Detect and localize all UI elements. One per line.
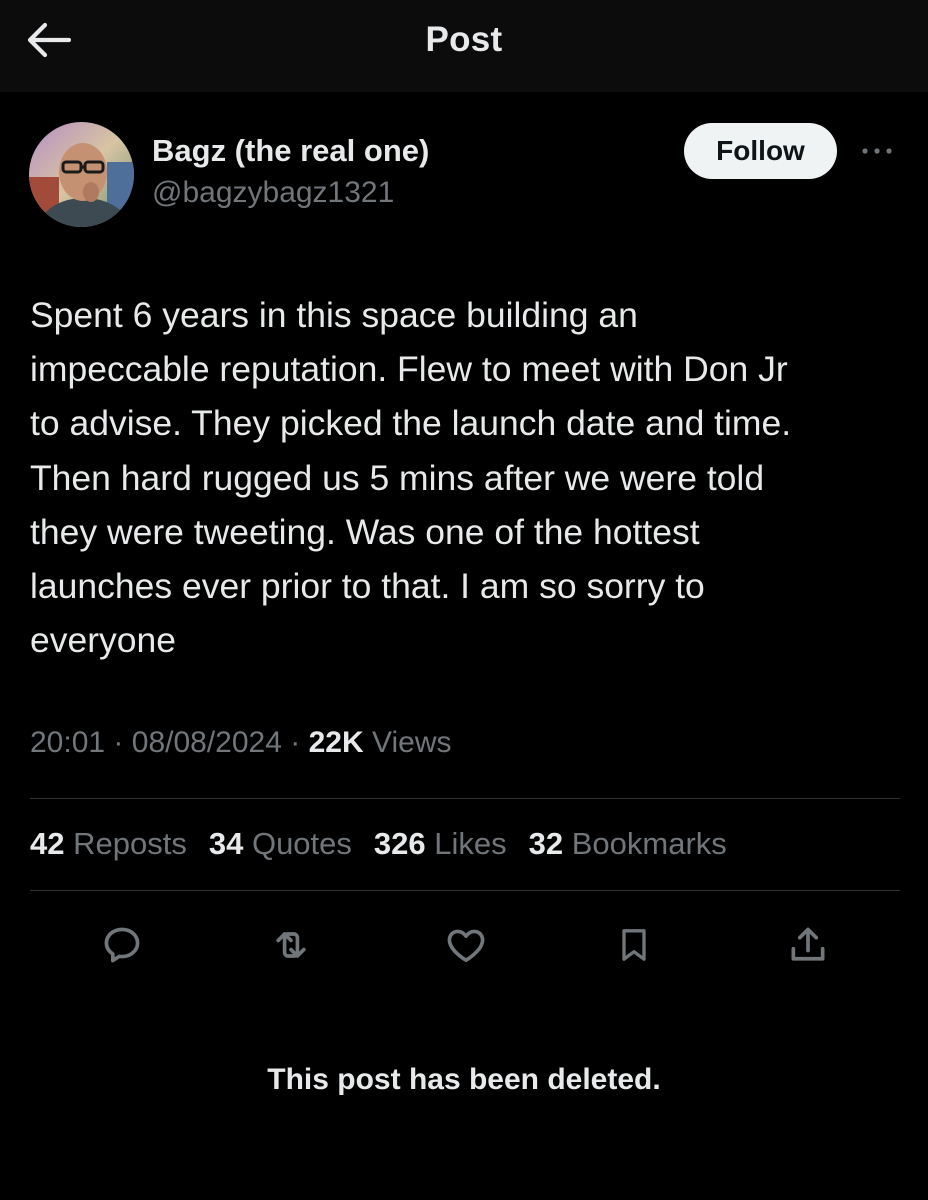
- more-options-button[interactable]: [858, 134, 896, 168]
- reply-icon: [104, 927, 140, 963]
- deleted-notice: This post has been deleted.: [267, 1063, 661, 1096]
- bookmarks-count: 32: [528, 826, 564, 861]
- avatar-image: [29, 122, 134, 227]
- views-count: 22K: [308, 726, 364, 759]
- repost-icon: [276, 932, 306, 958]
- author-display-name[interactable]: Bagz (the real one): [152, 133, 429, 169]
- follow-button[interactable]: Follow: [684, 123, 837, 179]
- stat-reposts[interactable]: 42 Reposts: [30, 826, 187, 862]
- engagement-stats: 42 Reposts 34 Quotes 326 Likes 32 Bookma…: [30, 826, 727, 862]
- reposts-count: 42: [30, 826, 65, 861]
- like-button[interactable]: [441, 920, 491, 970]
- meta-separator: ·: [290, 726, 301, 759]
- top-bar: Post: [0, 0, 928, 92]
- views-label: Views: [372, 726, 452, 759]
- share-icon: [791, 927, 825, 961]
- stat-quotes[interactable]: 34 Quotes: [209, 826, 352, 862]
- bookmark-icon: [622, 929, 646, 961]
- post-time[interactable]: 20:01: [30, 726, 105, 759]
- meta-separator: ·: [113, 726, 124, 759]
- post-text: Spent 6 years in this space building an …: [30, 295, 792, 661]
- author-handle[interactable]: @bagzybagz1321: [152, 176, 394, 210]
- post-date[interactable]: 08/08/2024: [132, 726, 282, 759]
- likes-count: 326: [373, 826, 426, 861]
- repost-button[interactable]: [266, 920, 316, 970]
- more-dots-icon: [862, 148, 892, 154]
- page-title: Post: [425, 20, 503, 59]
- stat-likes[interactable]: 326 Likes: [374, 826, 507, 862]
- reply-button[interactable]: [97, 920, 147, 970]
- bookmark-button[interactable]: [609, 920, 659, 970]
- share-button[interactable]: [783, 920, 833, 970]
- divider: [30, 890, 900, 891]
- avatar[interactable]: [29, 122, 134, 227]
- bookmarks-label: Bookmarks: [571, 826, 727, 861]
- stat-bookmarks[interactable]: 32 Bookmarks: [529, 826, 727, 862]
- quotes-count: 34: [208, 826, 244, 861]
- post-metadata: 20:01 · 08/08/2024 · 22K Views: [30, 726, 451, 760]
- reposts-label: Reposts: [73, 826, 187, 861]
- like-icon: [447, 929, 485, 963]
- likes-label: Likes: [434, 826, 507, 861]
- quotes-label: Quotes: [251, 826, 352, 861]
- divider: [30, 798, 900, 799]
